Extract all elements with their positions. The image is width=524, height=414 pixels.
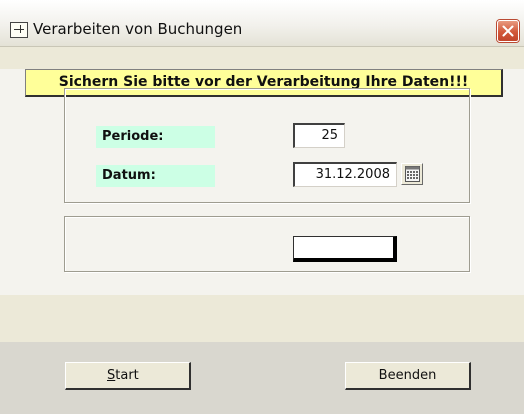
close-icon <box>502 25 514 37</box>
start-button-label: tart <box>115 368 139 383</box>
progress-indicator <box>293 236 397 262</box>
title-bar[interactable]: Verarbeiten von Buchungen <box>0 0 524 47</box>
date-picker-button[interactable] <box>401 163 423 185</box>
datum-label: Datum: <box>96 165 215 187</box>
progress-group <box>64 216 470 272</box>
beenden-button[interactable]: Beenden <box>345 362 471 390</box>
dialog-window: Verarbeiten von Buchungen Sichern Sie bi… <box>0 0 524 414</box>
periode-label: Periode: <box>96 126 215 148</box>
start-button[interactable]: Start <box>65 362 191 390</box>
periode-input[interactable]: 25 <box>293 123 345 148</box>
window-title: Verarbeiten von Buchungen <box>33 20 243 38</box>
datum-input[interactable]: 31.12.2008 <box>293 162 397 187</box>
calendar-icon <box>405 166 420 182</box>
app-window-icon[interactable] <box>10 22 28 38</box>
close-button[interactable] <box>497 20 519 42</box>
